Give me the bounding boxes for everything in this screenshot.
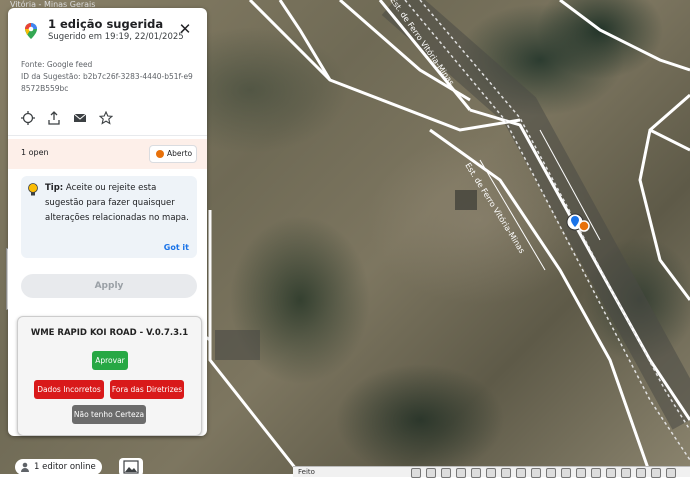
status-dot-icon [156, 150, 164, 158]
toolbar-tool-icon[interactable] [456, 468, 466, 478]
user-icon [20, 462, 30, 472]
suggested-at: Sugerido em 19:19, 22/01/2025 [48, 32, 184, 42]
apply-button[interactable]: Apply [21, 274, 197, 298]
suggestion-meta: Fonte: Google feed ID da Sugestão: b2b7c… [21, 59, 196, 95]
toolbar-tool-icon[interactable] [621, 468, 631, 478]
toolbar-tool-icon[interactable] [501, 468, 511, 478]
tip-body: Aceite ou rejeite esta sugestão para faz… [45, 183, 189, 223]
lightbulb-icon [27, 182, 39, 196]
toolbar-tool-icon[interactable] [441, 468, 451, 478]
approve-button[interactable]: Aprovar [92, 351, 128, 370]
crosshair-icon[interactable] [21, 110, 37, 126]
koi-road-box: WME RAPID KOI ROAD - V.0.7.3.1 Aprovar D… [17, 316, 202, 436]
koi-title: WME RAPID KOI ROAD - V.0.7.3.1 [30, 328, 189, 338]
bottom-toolbar: Feito [293, 466, 690, 478]
close-icon[interactable]: ✕ [178, 22, 192, 37]
star-icon[interactable] [98, 110, 115, 126]
toolbar-tool-icon[interactable] [606, 468, 616, 478]
google-maps-pin-icon [22, 22, 40, 40]
toolbar-tool-icon[interactable] [411, 468, 421, 478]
toolbar-label: Feito [298, 468, 315, 476]
wrong-data-button[interactable]: Dados Incorretos [34, 380, 104, 399]
toolbar-tool-icon[interactable] [516, 468, 526, 478]
status-bar: 1 open Aberto [8, 139, 207, 169]
suggestion-id: ID da Sugestão: b2b7c26f-3283-4440-b51f-… [21, 72, 193, 93]
toolbar-tool-icon[interactable] [591, 468, 601, 478]
divider [8, 135, 207, 136]
toolbar-tool-icon[interactable] [636, 468, 646, 478]
building [215, 330, 260, 360]
toolbar-tool-icon[interactable] [546, 468, 556, 478]
open-count: 1 open [21, 148, 49, 157]
out-of-guidelines-button[interactable]: Fora das Diretrizes [110, 380, 184, 399]
status-label: Aberto [167, 149, 193, 158]
toolbar-tool-icon[interactable] [486, 468, 496, 478]
toolbar-tool-icon[interactable] [531, 468, 541, 478]
tip-card: Tip: Aceite ou rejeite esta sugestão par… [21, 176, 197, 258]
suggestion-marker[interactable] [565, 212, 593, 236]
toolbar-tool-icon[interactable] [561, 468, 571, 478]
toolbar-tool-icon[interactable] [426, 468, 436, 478]
building [455, 190, 477, 210]
image-icon[interactable] [119, 458, 143, 476]
toolbar-tool-icon[interactable] [471, 468, 481, 478]
source-text: Fonte: Google feed [21, 60, 93, 69]
panel-header: 1 edição sugerida Sugerido em 19:19, 22/… [8, 8, 207, 60]
status-dropdown[interactable]: Aberto [149, 145, 197, 163]
tip-text: Tip: Aceite ou rejeite esta sugestão par… [45, 181, 190, 226]
toolbar-tool-icon[interactable] [666, 468, 676, 478]
mail-icon[interactable] [73, 110, 89, 126]
toolbar-tool-icon[interactable] [576, 468, 586, 478]
panel-title: 1 edição sugerida [48, 17, 164, 31]
editors-label: 1 editor online [34, 462, 96, 472]
tip-label: Tip: [45, 183, 64, 193]
editors-online[interactable]: 1 editor online [15, 459, 102, 475]
share-icon[interactable] [47, 110, 63, 126]
toolbar-tool-icon[interactable] [651, 468, 661, 478]
got-it-button[interactable]: Got it [164, 243, 189, 252]
not-sure-button[interactable]: Não tenho Certeza [72, 405, 146, 424]
